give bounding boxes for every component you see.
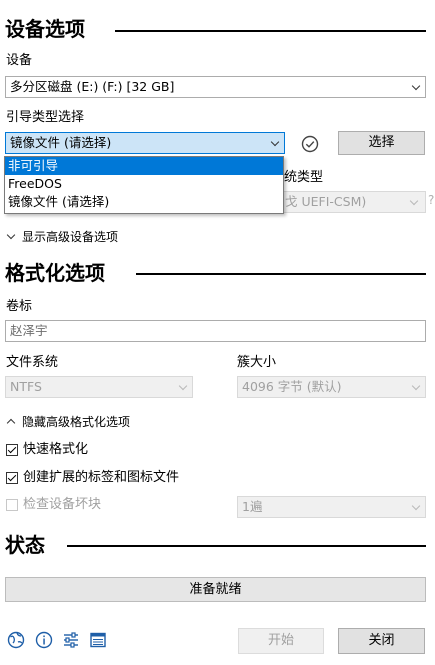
bad-blocks-checkbox[interactable] [6,499,18,511]
boot-type-label: 引导类型选择 [6,110,85,125]
passes-select[interactable]: 1遍 [237,496,426,518]
settings-icon[interactable] [61,630,81,650]
chevron-down-icon [411,381,421,391]
chevron-down-icon [411,81,421,91]
status-title: 状态 [5,533,45,557]
cluster-size-select[interactable]: 4096 字节 (默认) [237,376,426,398]
boot-type-select-value: 镜像文件 (请选择) [10,135,112,150]
show-advanced-device-label: 显示高级设备选项 [22,230,119,244]
start-button[interactable]: 开始 [238,628,324,654]
device-select-value: 多分区磁盘 (E:) (F:) [32 GB] [10,79,175,94]
file-system-select-value: NTFS [10,379,42,394]
checkmark-icon [7,444,17,454]
device-options-title: 设备选项 [5,17,85,41]
show-advanced-device-toggle[interactable]: 显示高级设备选项 [6,229,118,245]
hide-advanced-format-toggle[interactable]: 隐藏高级格式化选项 [6,414,130,430]
chevron-down-icon [178,381,188,391]
section-divider [67,545,426,547]
quick-format-label: 快速格式化 [23,442,89,457]
close-button[interactable]: 关闭 [338,628,425,654]
section-divider [136,273,426,275]
select-image-button[interactable]: 选择 [338,131,425,155]
extended-label-label: 创建扩展的标签和图标文件 [23,470,180,485]
chevron-down-icon [411,501,421,511]
dropdown-option-freedos[interactable]: FreeDOS [5,175,283,193]
section-divider [115,30,426,32]
device-label: 设备 [6,53,33,68]
chevron-down-icon [6,230,16,240]
file-system-label: 文件系统 [6,355,59,370]
hide-advanced-format-label: 隐藏高级格式化选项 [22,415,131,429]
chevron-down-icon [270,137,280,147]
status-bar: 准备就绪 [5,577,426,602]
cluster-size-select-value: 4096 字节 (默认) [242,379,342,394]
volume-label-input[interactable]: 赵泽宇 [5,320,426,342]
boot-type-dropdown-list: 非可引导 FreeDOS 镜像文件 (请选择) [4,156,284,214]
log-icon[interactable] [88,630,108,650]
chevron-down-icon [409,196,419,206]
format-options-title: 格式化选项 [5,261,105,285]
globe-icon[interactable] [6,630,26,650]
bad-blocks-label: 检查设备坏块 [23,497,102,512]
cluster-size-label: 簇大小 [237,355,277,370]
dropdown-option-non-bootable[interactable]: 非可引导 [5,157,283,175]
quick-format-checkbox[interactable] [6,444,18,456]
check-circle-icon[interactable] [300,134,320,154]
help-icon[interactable]: ? [428,193,434,207]
chevron-up-icon [6,418,16,428]
volume-label-label: 卷标 [6,299,33,314]
checkmark-icon [7,472,17,482]
dropdown-option-image-file[interactable]: 镜像文件 (请选择) [5,193,283,211]
passes-select-value: 1遍 [242,499,263,514]
extended-label-checkbox[interactable] [6,472,18,484]
file-system-select[interactable]: NTFS [5,376,193,398]
partition-scheme-label: 统类型 [284,170,324,185]
target-system-select-value: 戈 UEFI-CSM) [285,194,367,209]
info-icon[interactable] [34,630,54,650]
boot-type-select[interactable]: 镜像文件 (请选择) [5,132,285,154]
device-select[interactable]: 多分区磁盘 (E:) (F:) [32 GB] [5,76,426,98]
